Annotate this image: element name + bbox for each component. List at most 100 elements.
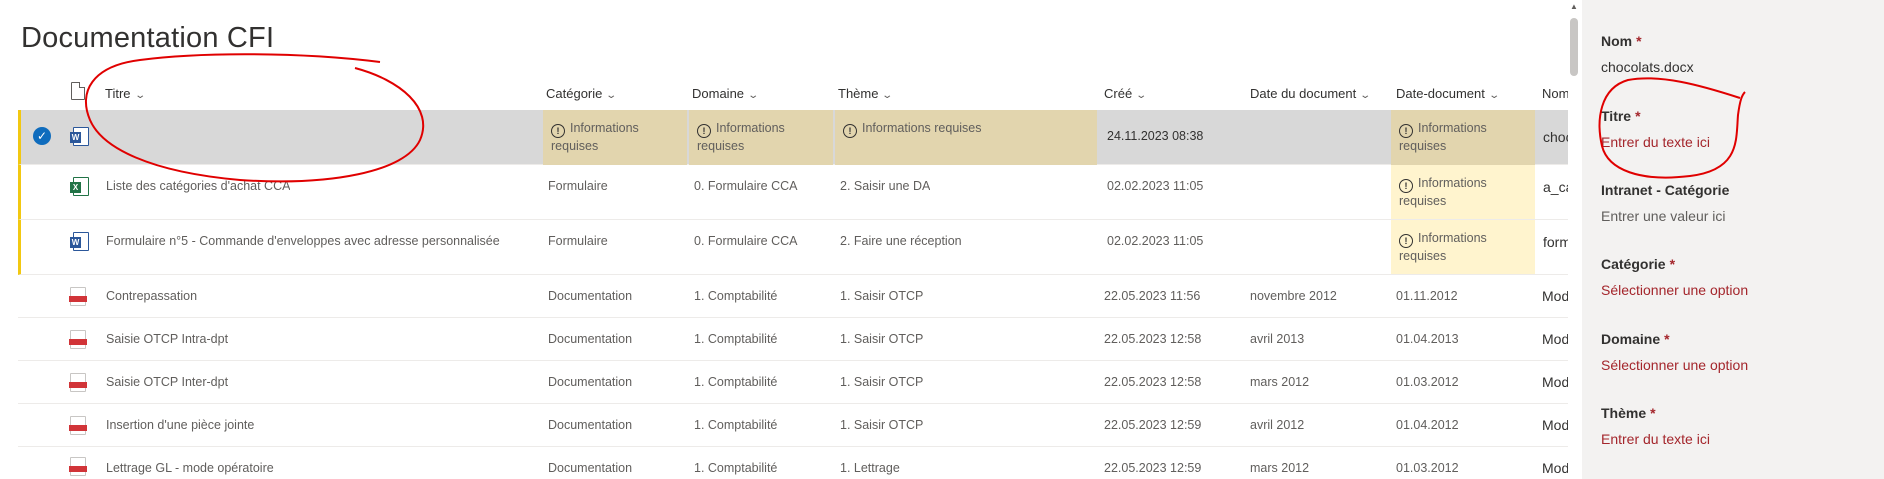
field-domaine[interactable]: Domaine * Sélectionner une option (1601, 331, 1748, 373)
cell-cree: 22.05.2023 12:59 (1104, 461, 1202, 475)
table-row[interactable]: Saisie OTCP Intra-dpt Documentation 1. C… (18, 318, 1570, 361)
warning-circle-icon: ! (1399, 234, 1413, 248)
field-value[interactable]: chocolats.docx (1601, 59, 1694, 75)
column-header-label: Titre (105, 86, 131, 101)
column-header-label: Créé (1104, 86, 1133, 101)
pdf-file-icon (69, 330, 87, 349)
cell-nom[interactable]: form (1543, 234, 1571, 250)
table-row[interactable]: Saisie OTCP Inter-dpt Documentation 1. C… (18, 361, 1570, 404)
required-marker: * (1635, 108, 1641, 124)
pdf-file-icon (69, 287, 87, 306)
cell-titre[interactable]: Saisie OTCP Intra-dpt (106, 332, 228, 346)
cell-titre[interactable]: Contrepassation (106, 289, 197, 303)
warning-circle-icon: ! (1399, 124, 1413, 138)
field-categorie[interactable]: Catégorie * Sélectionner une option (1601, 256, 1748, 298)
word-file-icon: W (70, 127, 89, 146)
excel-file-icon: X (70, 177, 89, 196)
required-marker: * (1636, 33, 1642, 49)
table-row[interactable]: Lettrage GL - mode opératoire Documentat… (18, 447, 1570, 479)
pdf-file-icon (69, 416, 87, 435)
warning-circle-icon: ! (551, 124, 565, 138)
column-header-label: Catégorie (546, 86, 603, 101)
scroll-thumb[interactable] (1570, 18, 1578, 76)
column-header-theme[interactable]: Thème ⌄ (838, 86, 894, 101)
column-header-domaine[interactable]: Domaine ⌄ (692, 86, 759, 101)
cell-date-du-document: avril 2012 (1250, 418, 1305, 432)
column-header-date-document[interactable]: Date-document ⌄ (1396, 86, 1500, 101)
cell-date-du-document: novembre 2012 (1250, 289, 1337, 303)
warning-circle-icon: ! (843, 124, 857, 138)
cell-date-document: 01.11.2012 (1396, 289, 1458, 303)
cell-value: Informations requises (1399, 176, 1487, 208)
required-marker: * (1669, 256, 1676, 272)
column-header-label: Nom (1542, 86, 1570, 101)
cell-domaine: 1. Comptabilité (694, 375, 778, 389)
field-value[interactable]: Entrer du texte ici (1601, 431, 1710, 447)
field-theme[interactable]: Thème * Entrer du texte ici (1601, 405, 1710, 447)
cell-theme: 1. Saisir OTCP (840, 289, 924, 303)
cell-domaine: 1. Comptabilité (694, 289, 778, 303)
cell-titre[interactable]: Insertion d'une pièce jointe (106, 418, 254, 432)
column-header-row: Titre ⌄ Catégorie ⌄ Domaine ⌄ Thème ⌄ Créé ⌄ … (0, 80, 1570, 108)
cell-domaine[interactable]: ! Informations requises (689, 110, 833, 165)
table-row[interactable]: Contrepassation Documentation 1. Comptab… (18, 275, 1570, 318)
field-value[interactable]: Sélectionner une option (1601, 357, 1748, 373)
cell-categorie: Documentation (548, 332, 633, 346)
cell-titre[interactable]: Liste des catégories d'achat CCA (106, 179, 290, 193)
field-label: Domaine * (1601, 331, 1748, 347)
chevron-down-icon: ⌄ (881, 90, 894, 101)
scroll-up-icon[interactable]: ▲ (1570, 2, 1578, 11)
properties-panel: Nom * chocolats.docx Titre * Entrer du tex… (1582, 0, 1884, 479)
field-value[interactable]: Sélectionner une option (1601, 282, 1748, 298)
cell-categorie: Documentation (548, 289, 633, 303)
cell-domaine: 1. Comptabilité (694, 461, 778, 475)
cell-nom[interactable]: Mod (1542, 417, 1569, 433)
field-intranet-categorie[interactable]: Intranet - Catégorie Entrer une valeur i… (1601, 182, 1729, 224)
cell-cree: 22.05.2023 11:56 (1104, 289, 1201, 303)
field-value[interactable]: Entrer du texte ici (1601, 134, 1710, 150)
cell-categorie: Documentation (548, 461, 633, 475)
vertical-scrollbar[interactable]: ▲ (1568, 0, 1580, 479)
column-header-label: Thème (838, 86, 879, 101)
chevron-down-icon: ⌄ (1359, 90, 1372, 101)
cell-domaine: 1. Comptabilité (694, 418, 778, 432)
chevron-down-icon: ⌄ (605, 90, 618, 101)
cell-nom[interactable]: Mod (1542, 460, 1569, 476)
chevron-down-icon: ⌄ (1135, 90, 1148, 101)
field-nom[interactable]: Nom * chocolats.docx (1601, 33, 1694, 75)
table-row[interactable]: X Liste des catégories d'achat CCA Formu… (18, 165, 1573, 220)
cell-titre[interactable]: Saisie OTCP Inter-dpt (106, 375, 228, 389)
cell-theme: 1. Saisir OTCP (840, 332, 924, 346)
checkmark-icon[interactable]: ✓ (33, 127, 51, 145)
table-row[interactable]: Insertion d'une pièce jointe Documentati… (18, 404, 1570, 447)
cell-date-document[interactable]: ! Informations requises (1391, 165, 1535, 219)
cell-titre[interactable]: Formulaire n°5 - Commande d'enveloppes a… (106, 234, 500, 248)
cell-value: Informations requises (551, 121, 639, 153)
column-header-titre[interactable]: Titre ⌄ (105, 86, 146, 101)
cell-theme[interactable]: ! Informations requises (835, 110, 1097, 165)
table-row-selected[interactable]: ✓ W ! Informations requises ! Informations… (18, 110, 1573, 165)
field-value[interactable]: Entrer une valeur ici (1601, 208, 1729, 224)
field-titre[interactable]: Titre * Entrer du texte ici (1601, 108, 1710, 150)
column-header-label: Date du document (1250, 86, 1357, 101)
column-header-nom[interactable]: Nom (1542, 86, 1569, 101)
cell-nom[interactable]: Mod (1542, 288, 1569, 304)
cell-nom[interactable]: Mod (1542, 374, 1569, 390)
table-row[interactable]: W Formulaire n°5 - Commande d'enveloppes… (18, 220, 1571, 275)
column-header-date-du-document[interactable]: Date du document ⌄ (1250, 86, 1372, 101)
field-label-text: Nom (1601, 33, 1633, 49)
column-header-cree[interactable]: Créé ⌄ (1104, 86, 1148, 101)
cell-nom[interactable]: Mod (1542, 331, 1569, 347)
cell-date-du-document: mars 2012 (1250, 461, 1310, 475)
cell-date-document[interactable]: ! Informations requises (1391, 110, 1535, 165)
cell-titre[interactable]: Lettrage GL - mode opératoire (106, 461, 274, 475)
cell-date-document[interactable]: ! Informations requises (1391, 220, 1535, 274)
cell-categorie[interactable]: ! Informations requises (543, 110, 687, 165)
file-type-icon[interactable] (71, 82, 85, 100)
cell-date-document: 01.03.2012 (1396, 461, 1459, 475)
field-label: Nom * (1601, 33, 1694, 49)
column-header-categorie[interactable]: Catégorie ⌄ (546, 86, 618, 101)
cell-date-document: 01.04.2012 (1396, 418, 1459, 432)
column-header-label: Date-document (1396, 86, 1485, 101)
cell-theme: 2. Saisir une DA (840, 179, 931, 193)
